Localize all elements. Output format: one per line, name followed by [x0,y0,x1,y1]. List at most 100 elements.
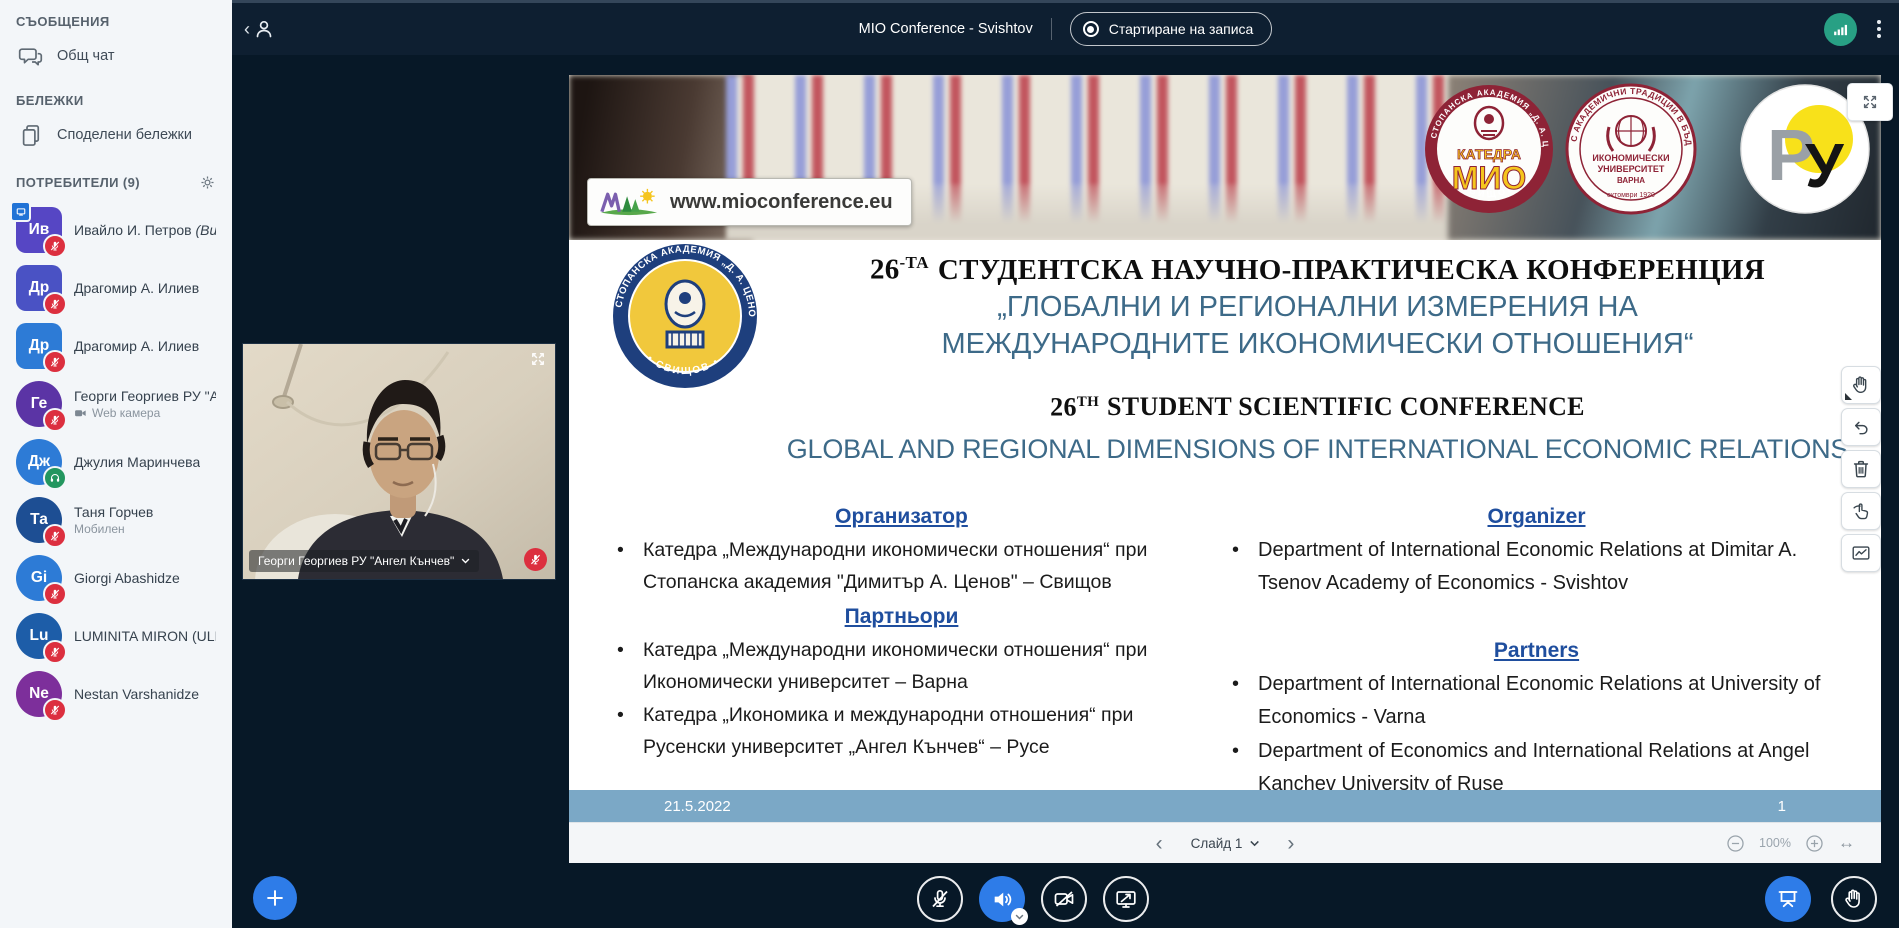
multi-user-whiteboard-button[interactable] [1841,492,1881,530]
organizer-heading-en: Organizer [1224,502,1849,532]
organizer-list-en: Department of International Economic Rel… [1224,534,1849,600]
user-meta: Мобилен [74,522,153,536]
bullet-item: Катедра „Международни икономически отнош… [609,634,1194,698]
muted-mic-icon [49,414,61,426]
user-status-badge [43,466,67,490]
conference-url-text: www.mioconference.eu [670,191,893,214]
toggle-userlist-button[interactable]: ‹ [244,17,276,41]
organizer-list-bg: Катедра „Международни икономически отнош… [609,534,1194,598]
slide-title-bg: 26-ТАСТУДЕНТСКА НАУЧНО-ПРАКТИЧЕСКА КОНФЕ… [784,244,1851,289]
raised-hand-icon [1842,887,1866,911]
avatar-initials: Ге [31,395,48,413]
slide-column-bg: Организатор Катедра „Международни иконом… [609,502,1194,764]
user-avatar: Ге [16,381,62,427]
users-settings-gear-icon[interactable] [199,174,216,191]
slide-canvas[interactable]: СТОПАНСКА АКАДЕМИЯ „Д. А. ЦЕНОВ“ • СВИЩО… [569,240,1881,790]
muted-mic-icon [49,588,61,600]
chevron-down-icon [461,558,470,564]
user-status-badge [43,350,67,374]
minimize-presentation-button[interactable] [1765,876,1811,922]
previous-slide-button[interactable]: ‹ [1150,831,1169,856]
user-name: Таня Горчев [74,504,153,520]
webcam-meta-icon [74,407,87,420]
slide-column-en: Organizer Department of International Ec… [1224,502,1849,790]
avatar-initials: Lu [30,627,49,645]
partners-list-bg: Катедра „Международни икономически отнош… [609,634,1194,763]
share-screen-button[interactable] [1103,876,1149,922]
user-text: Драгомир А. Илиев [74,280,199,296]
webcam-muted-badge [524,548,547,571]
user-text: Георги Георгиев РУ "Ангел Кънч... Web ка… [74,388,216,420]
user-text: LUMINITA MIRON (ULIM) [74,628,216,644]
audio-options-chevron[interactable] [1011,908,1028,925]
shared-notes-label: Споделени бележки [57,127,192,143]
unmute-microphone-button[interactable] [917,876,963,922]
sidebar-item-shared-notes[interactable]: Споделени бележки [6,112,226,158]
user-status-badge [43,234,67,258]
raise-hand-button[interactable] [1831,876,1877,922]
slide-title-en: 26THSTUDENT SCIENTIFIC CONFERENCE [784,385,1851,425]
shared-notes-icon [18,122,45,149]
connection-status-button[interactable] [1824,13,1857,46]
zoom-out-button[interactable] [1726,834,1745,853]
user-list-item[interactable]: Др [10,259,222,317]
smart-slide-tool-button[interactable] [1841,534,1881,572]
users-section-header: ПОТРЕБИТЕЛИ (9) [16,174,216,191]
user-list-item[interactable]: Lu [10,607,222,665]
webcam-video[interactable]: Георги Георгиев РУ "Ангел Кънчев" [242,343,556,580]
user-list-item[interactable]: Дж [10,433,222,491]
undo-icon [1850,416,1872,438]
sidebar: СЪОБЩЕНИЯ Общ чат БЕЛЕЖКИ Споделени беле… [0,0,232,928]
chart-icon [1850,542,1872,564]
slide-banner: www.mioconference.eu СТОПАНСКА АКАДЕМИЯ … [569,75,1881,240]
user-name: Драгомир А. Илиев [74,280,199,296]
zoom-level-value: 100% [1759,836,1791,850]
zoom-in-button[interactable] [1805,834,1824,853]
screenshare-icon [1114,887,1138,911]
slide-subtitle-en: GLOBAL AND REGIONAL DIMENSIONS OF INTERN… [784,432,1851,466]
bigbluebutton-app: СЪОБЩЕНИЯ Общ чат БЕЛЕЖКИ Споделени беле… [0,0,1899,928]
user-avatar: Ne [16,671,62,717]
presentation-fullscreen-button[interactable] [1847,83,1893,121]
actions-plus-button[interactable] [253,876,297,920]
user-list-item[interactable]: Ив [10,201,222,259]
start-recording-button[interactable]: Стартиране на записа [1070,12,1273,46]
user-name: Драгомир А. Илиев [74,338,199,354]
topbar: ‹ MIO Conference - Svishtov Стартиране н… [232,0,1899,55]
partner-logos: СТОПАНСКА АКАДЕМИЯ „Д. А. ЦЕНОВ“ • СВИЩО… [1413,83,1871,215]
muted-mic-icon [49,298,61,310]
avatar-initials: Та [30,511,48,529]
pan-tool-button[interactable] [1841,366,1881,404]
varna-university-logo: С АКАДЕМИЧНИ ТРАДИЦИИ В БЪДЕЩЕТО ИКОНОМИ… [1565,83,1697,215]
next-slide-button[interactable]: › [1281,831,1300,856]
bottom-right-controls [1765,876,1877,922]
undo-annotation-button[interactable] [1841,408,1881,446]
bullet-item: Department of Economics and Internationa… [1224,735,1849,790]
webcam-fullscreen-button[interactable] [529,350,547,373]
fit-to-width-button[interactable]: ↔ [1838,833,1855,853]
slide-select-dropdown[interactable]: Слайд 1 [1185,835,1266,852]
user-name: Ивайло И. Петров (Вие) [74,222,216,238]
user-list-item[interactable]: Gi [10,549,222,607]
webcam-portrait [243,344,555,579]
record-icon [1083,21,1099,37]
user-list-item[interactable]: Др [10,317,222,375]
user-list-item[interactable]: Ne [10,665,222,723]
user-name: Джулия Маринчева [74,454,200,470]
audio-settings-button[interactable] [979,876,1025,922]
share-webcam-button[interactable] [1041,876,1087,922]
topbar-divider [1051,18,1052,40]
speaker-icon [990,887,1015,912]
options-menu-button[interactable] [1873,16,1885,42]
user-text: Giorgi Abashidze [74,570,180,586]
sidebar-item-public-chat[interactable]: Общ чат [6,33,226,79]
user-status-badge [43,292,67,316]
webcam-user-name: Георги Георгиев РУ "Ангел Кънчев" [258,554,454,568]
main-area: www.mioconference.eu СТОПАНСКА АКАДЕМИЯ … [232,55,1899,928]
signal-bars-icon [1832,21,1849,38]
user-list-item[interactable]: Та [10,491,222,549]
clear-annotations-button[interactable] [1841,450,1881,488]
trash-icon [1850,458,1872,480]
webcam-name-dropdown[interactable]: Георги Георгиев РУ "Ангел Кънчев" [249,550,479,572]
user-list-item[interactable]: Ге [10,375,222,433]
